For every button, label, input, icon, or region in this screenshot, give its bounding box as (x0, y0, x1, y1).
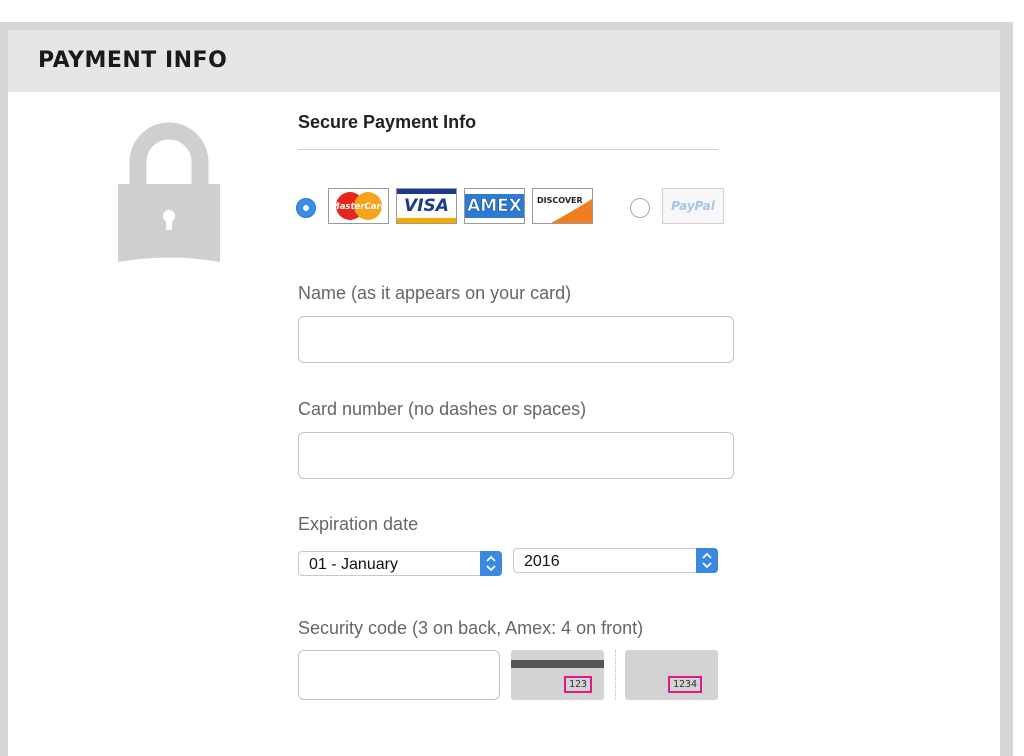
month-dropdown-arrow-icon (480, 551, 502, 576)
payment-method-selector: MasterCard VISA AMEX DISCOVER PayPal (296, 188, 726, 228)
discover-label: DISCOVER (537, 196, 583, 205)
card-number-input[interactable] (298, 432, 734, 479)
payment-panel: PAYMENT INFO Secure Payment Info MasterC… (8, 30, 1000, 756)
expiration-year-value: 2016 (524, 553, 560, 570)
paypal-label: PayPal (671, 199, 715, 213)
amex-label: AMEX (465, 194, 524, 218)
panel-header: PAYMENT INFO (8, 30, 1000, 92)
cards-radio[interactable] (296, 198, 316, 218)
amex-logo-icon[interactable]: AMEX (464, 188, 525, 224)
divider (298, 149, 718, 150)
discover-logo-icon[interactable]: DISCOVER (532, 188, 593, 224)
card-magstripe (511, 660, 604, 668)
expiration-month-select[interactable]: 01 - January (298, 551, 502, 576)
cvv-back-example: 123 (564, 676, 593, 693)
name-input[interactable] (298, 316, 734, 363)
paypal-logo-icon[interactable]: PayPal (662, 188, 724, 224)
visa-bottom-stripe (397, 218, 456, 223)
mastercard-label: MasterCard (331, 202, 387, 212)
mastercard-logo-icon[interactable]: MasterCard (328, 188, 389, 224)
expiration-label: Expiration date (298, 514, 419, 534)
payment-panel-frame: PAYMENT INFO Secure Payment Info MasterC… (0, 22, 1013, 756)
section-title: Secure Payment Info (298, 112, 477, 132)
card-number-label: Card number (no dashes or spaces) (298, 399, 587, 419)
security-code-input[interactable] (298, 650, 500, 700)
discover-logo-graphic: DISCOVER (537, 196, 592, 223)
visa-label: VISA (404, 196, 449, 216)
expiration-year-select[interactable]: 2016 (513, 548, 718, 573)
mastercard-logo-graphic: MasterCard (331, 192, 387, 220)
year-dropdown-arrow-icon (696, 548, 718, 573)
lock-icon (118, 122, 220, 262)
card-back-cvv-icon: 123 (511, 650, 604, 700)
page-title: PAYMENT INFO (38, 48, 228, 73)
card-front-cvv-icon: 1234 (625, 650, 718, 700)
visa-logo-icon[interactable]: VISA (396, 188, 457, 224)
security-code-label: Security code (3 on back, Amex: 4 on fro… (298, 618, 644, 638)
cvv-front-example: 1234 (668, 676, 703, 693)
expiration-month-value: 01 - January (309, 556, 398, 573)
visa-top-stripe (397, 189, 456, 194)
name-label: Name (as it appears on your card) (298, 283, 572, 303)
cvv-divider (615, 650, 617, 700)
paypal-radio[interactable] (630, 198, 650, 218)
